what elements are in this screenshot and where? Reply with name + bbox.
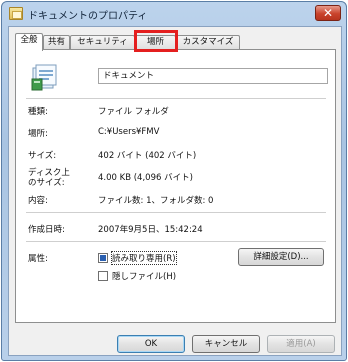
size-value: 402 バイト (402 バイト) xyxy=(98,151,197,161)
size-on-disk-label-line2: のサイズ: xyxy=(28,178,65,188)
apply-button[interactable]: 適用(A) xyxy=(267,335,335,353)
properties-window: ドキュメントのプロパティ ✕ 全般 共有 セキュリティ 場所 カスタマイズ ドキ… xyxy=(1,1,347,361)
dialog-body: 全般 共有 セキュリティ 場所 カスタマイズ ドキュメント 種類: ファイル フ… xyxy=(8,26,342,356)
folder-name-field[interactable]: ドキュメント xyxy=(98,68,328,84)
ok-button[interactable]: OK xyxy=(117,335,185,353)
window-title: ドキュメントのプロパティ xyxy=(28,11,148,22)
location-label: 場所: xyxy=(28,129,48,139)
created-label: 作成日時: xyxy=(28,225,65,235)
readonly-label[interactable]: 読み取り専用(R) xyxy=(111,251,177,265)
readonly-checkbox[interactable] xyxy=(98,253,108,263)
advanced-settings-button[interactable]: 詳細設定(D)... xyxy=(238,248,324,266)
folder-properties-icon xyxy=(9,7,23,20)
tab-general[interactable]: 全般 xyxy=(15,33,43,51)
tab-customize[interactable]: カスタマイズ xyxy=(176,35,240,50)
cancel-button[interactable]: キャンセル xyxy=(192,335,260,353)
created-value: 2007年9月5日、15:42:24 xyxy=(98,225,203,235)
location-value: C:¥Users¥FMV xyxy=(98,127,160,137)
size-on-disk-value: 4.00 KB (4,096 バイト) xyxy=(98,173,193,183)
tab-sharing[interactable]: 共有 xyxy=(43,35,70,50)
contents-value: ファイル数: 1、フォルダ数: 0 xyxy=(98,196,214,206)
hidden-label[interactable]: 隠しファイル(H) xyxy=(112,270,176,282)
general-tab-panel: ドキュメント 種類: ファイル フォルダ 場所: C:¥Users¥FMV サイ… xyxy=(15,49,336,323)
divider xyxy=(26,98,326,99)
tab-location[interactable]: 場所 xyxy=(135,35,176,50)
close-button[interactable]: ✕ xyxy=(315,5,341,21)
contents-label: 内容: xyxy=(28,196,48,206)
type-value: ファイル フォルダ xyxy=(98,107,169,117)
tab-security[interactable]: セキュリティ xyxy=(70,35,135,50)
title-bar[interactable]: ドキュメントのプロパティ ✕ xyxy=(2,2,346,26)
divider xyxy=(26,241,326,242)
attributes-label: 属性: xyxy=(28,254,48,264)
type-label: 種類: xyxy=(28,107,48,117)
size-label: サイズ: xyxy=(28,151,57,161)
documents-folder-icon xyxy=(31,64,57,91)
divider xyxy=(26,212,326,213)
hidden-checkbox[interactable] xyxy=(98,271,108,281)
